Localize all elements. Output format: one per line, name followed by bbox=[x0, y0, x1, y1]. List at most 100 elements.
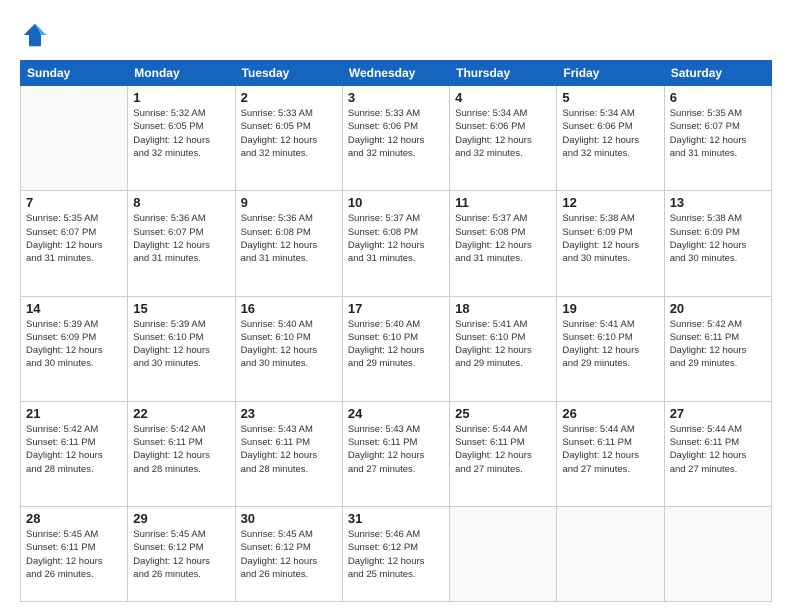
week-row-4: 21 Sunrise: 5:42 AM Sunset: 6:11 PM Dayli… bbox=[21, 401, 772, 506]
day-number: 8 bbox=[133, 195, 229, 210]
day-number: 21 bbox=[26, 406, 122, 421]
calendar-cell: 18 Sunrise: 5:41 AM Sunset: 6:10 PM Dayli… bbox=[450, 296, 557, 401]
logo bbox=[20, 20, 54, 50]
calendar-cell: 26 Sunrise: 5:44 AM Sunset: 6:11 PM Dayli… bbox=[557, 401, 664, 506]
day-info: Sunrise: 5:44 AM Sunset: 6:11 PM Dayligh… bbox=[670, 423, 766, 476]
calendar-cell: 23Sunrise: 5:43 AM Sunset: 6:11 PM Dayli… bbox=[235, 401, 342, 506]
day-number: 29 bbox=[133, 511, 229, 526]
day-info: Sunrise: 5:34 AM Sunset: 6:06 PM Dayligh… bbox=[455, 107, 551, 160]
day-number: 30 bbox=[241, 511, 337, 526]
day-info: Sunrise: 5:36 AM Sunset: 6:07 PM Dayligh… bbox=[133, 212, 229, 265]
calendar-cell: 24Sunrise: 5:43 AM Sunset: 6:11 PM Dayli… bbox=[342, 401, 449, 506]
calendar-cell: 10 Sunrise: 5:37 AM Sunset: 6:08 PM Dayli… bbox=[342, 191, 449, 296]
calendar-cell: 16 Sunrise: 5:40 AM Sunset: 6:10 PM Dayli… bbox=[235, 296, 342, 401]
week-row-2: 7 Sunrise: 5:35 AM Sunset: 6:07 PM Daylig… bbox=[21, 191, 772, 296]
day-number: 4 bbox=[455, 90, 551, 105]
calendar-cell: 7 Sunrise: 5:35 AM Sunset: 6:07 PM Daylig… bbox=[21, 191, 128, 296]
header bbox=[20, 20, 772, 50]
day-info: Sunrise: 5:45 AM Sunset: 6:12 PM Dayligh… bbox=[241, 528, 337, 581]
day-number: 26 bbox=[562, 406, 658, 421]
day-number: 16 bbox=[241, 301, 337, 316]
calendar-cell: 31 Sunrise: 5:46 AM Sunset: 6:12 PM Dayli… bbox=[342, 507, 449, 602]
calendar-cell: 14Sunrise: 5:39 AM Sunset: 6:09 PM Dayli… bbox=[21, 296, 128, 401]
day-header-friday: Friday bbox=[557, 61, 664, 86]
day-info: Sunrise: 5:36 AM Sunset: 6:08 PM Dayligh… bbox=[241, 212, 337, 265]
calendar-table: SundayMondayTuesdayWednesdayThursdayFrid… bbox=[20, 60, 772, 602]
calendar-cell: 22 Sunrise: 5:42 AM Sunset: 6:11 PM Dayli… bbox=[128, 401, 235, 506]
day-number: 1 bbox=[133, 90, 229, 105]
day-number: 19 bbox=[562, 301, 658, 316]
day-info: Sunrise: 5:37 AM Sunset: 6:08 PM Dayligh… bbox=[348, 212, 444, 265]
day-info: Sunrise: 5:39 AM Sunset: 6:10 PM Dayligh… bbox=[133, 318, 229, 371]
day-number: 3 bbox=[348, 90, 444, 105]
calendar-cell: 15 Sunrise: 5:39 AM Sunset: 6:10 PM Dayli… bbox=[128, 296, 235, 401]
day-info: Sunrise: 5:38 AM Sunset: 6:09 PM Dayligh… bbox=[670, 212, 766, 265]
calendar-cell: 30 Sunrise: 5:45 AM Sunset: 6:12 PM Dayli… bbox=[235, 507, 342, 602]
day-info: Sunrise: 5:35 AM Sunset: 6:07 PM Dayligh… bbox=[26, 212, 122, 265]
day-number: 11 bbox=[455, 195, 551, 210]
calendar-cell bbox=[557, 507, 664, 602]
day-info: Sunrise: 5:32 AM Sunset: 6:05 PM Dayligh… bbox=[133, 107, 229, 160]
week-row-3: 14Sunrise: 5:39 AM Sunset: 6:09 PM Dayli… bbox=[21, 296, 772, 401]
page: SundayMondayTuesdayWednesdayThursdayFrid… bbox=[0, 0, 792, 612]
calendar-cell: 11 Sunrise: 5:37 AM Sunset: 6:08 PM Dayli… bbox=[450, 191, 557, 296]
day-info: Sunrise: 5:45 AM Sunset: 6:11 PM Dayligh… bbox=[26, 528, 122, 581]
calendar-cell: 25 Sunrise: 5:44 AM Sunset: 6:11 PM Dayli… bbox=[450, 401, 557, 506]
day-number: 15 bbox=[133, 301, 229, 316]
calendar-cell: 3 Sunrise: 5:33 AM Sunset: 6:06 PM Daylig… bbox=[342, 86, 449, 191]
calendar-cell: 12 Sunrise: 5:38 AM Sunset: 6:09 PM Dayli… bbox=[557, 191, 664, 296]
day-number: 18 bbox=[455, 301, 551, 316]
week-row-5: 28Sunrise: 5:45 AM Sunset: 6:11 PM Dayli… bbox=[21, 507, 772, 602]
calendar-cell: 6 Sunrise: 5:35 AM Sunset: 6:07 PM Daylig… bbox=[664, 86, 771, 191]
header-row: SundayMondayTuesdayWednesdayThursdayFrid… bbox=[21, 61, 772, 86]
logo-icon bbox=[20, 20, 50, 50]
day-number: 22 bbox=[133, 406, 229, 421]
day-info: Sunrise: 5:38 AM Sunset: 6:09 PM Dayligh… bbox=[562, 212, 658, 265]
day-number: 27 bbox=[670, 406, 766, 421]
day-info: Sunrise: 5:42 AM Sunset: 6:11 PM Dayligh… bbox=[670, 318, 766, 371]
day-info: Sunrise: 5:44 AM Sunset: 6:11 PM Dayligh… bbox=[455, 423, 551, 476]
day-number: 10 bbox=[348, 195, 444, 210]
day-info: Sunrise: 5:42 AM Sunset: 6:11 PM Dayligh… bbox=[133, 423, 229, 476]
day-number: 23 bbox=[241, 406, 337, 421]
day-header-saturday: Saturday bbox=[664, 61, 771, 86]
day-info: Sunrise: 5:33 AM Sunset: 6:05 PM Dayligh… bbox=[241, 107, 337, 160]
day-number: 7 bbox=[26, 195, 122, 210]
calendar-cell: 29 Sunrise: 5:45 AM Sunset: 6:12 PM Dayli… bbox=[128, 507, 235, 602]
day-number: 6 bbox=[670, 90, 766, 105]
calendar-cell: 2Sunrise: 5:33 AM Sunset: 6:05 PM Daylig… bbox=[235, 86, 342, 191]
calendar-cell: 17 Sunrise: 5:40 AM Sunset: 6:10 PM Dayli… bbox=[342, 296, 449, 401]
day-info: Sunrise: 5:35 AM Sunset: 6:07 PM Dayligh… bbox=[670, 107, 766, 160]
day-info: Sunrise: 5:41 AM Sunset: 6:10 PM Dayligh… bbox=[455, 318, 551, 371]
day-info: Sunrise: 5:39 AM Sunset: 6:09 PM Dayligh… bbox=[26, 318, 122, 371]
day-info: Sunrise: 5:40 AM Sunset: 6:10 PM Dayligh… bbox=[348, 318, 444, 371]
day-number: 9 bbox=[241, 195, 337, 210]
day-info: Sunrise: 5:41 AM Sunset: 6:10 PM Dayligh… bbox=[562, 318, 658, 371]
day-header-thursday: Thursday bbox=[450, 61, 557, 86]
calendar-cell: 1 Sunrise: 5:32 AM Sunset: 6:05 PM Daylig… bbox=[128, 86, 235, 191]
day-number: 5 bbox=[562, 90, 658, 105]
day-info: Sunrise: 5:45 AM Sunset: 6:12 PM Dayligh… bbox=[133, 528, 229, 581]
day-info: Sunrise: 5:33 AM Sunset: 6:06 PM Dayligh… bbox=[348, 107, 444, 160]
calendar-cell: 19 Sunrise: 5:41 AM Sunset: 6:10 PM Dayli… bbox=[557, 296, 664, 401]
day-info: Sunrise: 5:46 AM Sunset: 6:12 PM Dayligh… bbox=[348, 528, 444, 581]
day-header-monday: Monday bbox=[128, 61, 235, 86]
day-info: Sunrise: 5:42 AM Sunset: 6:11 PM Dayligh… bbox=[26, 423, 122, 476]
day-number: 13 bbox=[670, 195, 766, 210]
calendar-cell: 5Sunrise: 5:34 AM Sunset: 6:06 PM Daylig… bbox=[557, 86, 664, 191]
day-info: Sunrise: 5:44 AM Sunset: 6:11 PM Dayligh… bbox=[562, 423, 658, 476]
day-header-tuesday: Tuesday bbox=[235, 61, 342, 86]
day-info: Sunrise: 5:43 AM Sunset: 6:11 PM Dayligh… bbox=[348, 423, 444, 476]
day-info: Sunrise: 5:37 AM Sunset: 6:08 PM Dayligh… bbox=[455, 212, 551, 265]
calendar-cell: 20Sunrise: 5:42 AM Sunset: 6:11 PM Dayli… bbox=[664, 296, 771, 401]
day-number: 17 bbox=[348, 301, 444, 316]
calendar-cell bbox=[450, 507, 557, 602]
day-number: 12 bbox=[562, 195, 658, 210]
calendar-cell: 28Sunrise: 5:45 AM Sunset: 6:11 PM Dayli… bbox=[21, 507, 128, 602]
calendar-cell: 21 Sunrise: 5:42 AM Sunset: 6:11 PM Dayli… bbox=[21, 401, 128, 506]
calendar-cell bbox=[664, 507, 771, 602]
day-number: 31 bbox=[348, 511, 444, 526]
day-number: 25 bbox=[455, 406, 551, 421]
day-info: Sunrise: 5:40 AM Sunset: 6:10 PM Dayligh… bbox=[241, 318, 337, 371]
week-row-1: 1 Sunrise: 5:32 AM Sunset: 6:05 PM Daylig… bbox=[21, 86, 772, 191]
